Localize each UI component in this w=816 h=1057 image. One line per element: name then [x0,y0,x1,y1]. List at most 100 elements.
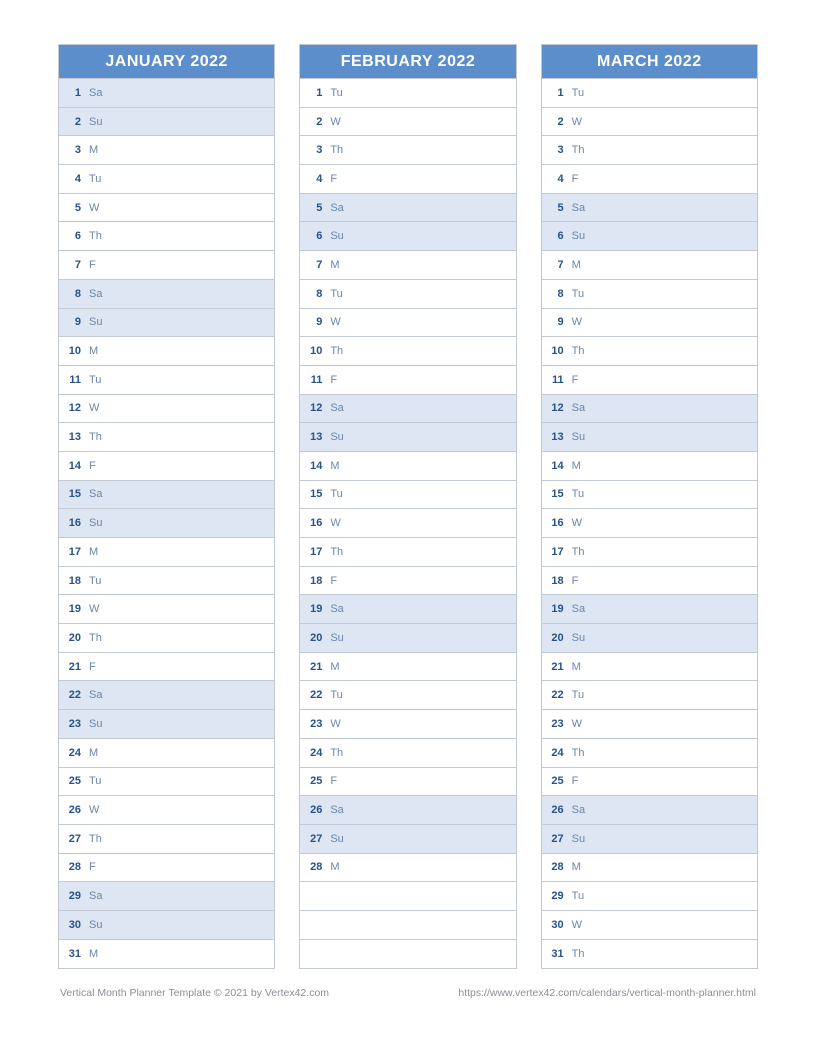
day-row: 25F [300,768,515,797]
month-column: FEBRUARY 20221Tu2W3Th4F5Sa6Su7M8Tu9W10Th… [299,44,516,969]
day-row: 5Sa [542,194,757,223]
day-row: 28M [542,854,757,883]
day-name: Su [85,517,102,529]
day-row: 8Sa [59,280,274,309]
day-number: 2 [300,116,326,128]
day-row: 5W [59,194,274,223]
day-number: 9 [59,316,85,328]
day-number: 19 [59,603,85,615]
day-name: W [568,517,582,529]
day-name: Th [326,747,343,759]
day-row: 14F [59,452,274,481]
day-row: 2W [300,108,515,137]
day-name: Th [326,345,343,357]
day-row: 6Th [59,222,274,251]
day-row: 9W [542,309,757,338]
day-name: Th [568,747,585,759]
day-number: 8 [542,288,568,300]
day-number: 29 [59,890,85,902]
day-name: Sa [568,402,585,414]
day-name: Tu [568,488,584,500]
day-number: 25 [300,775,326,787]
day-number: 26 [300,804,326,816]
day-number: 23 [300,718,326,730]
day-name: W [568,316,582,328]
day-row: 3Th [542,136,757,165]
day-row: 1Sa [59,79,274,108]
day-name: M [568,661,581,673]
day-row: 20Th [59,624,274,653]
day-row: 2Su [59,108,274,137]
day-number: 20 [59,632,85,644]
day-number: 14 [542,460,568,472]
day-number: 5 [59,202,85,214]
day-row: 27Th [59,825,274,854]
day-row: 26W [59,796,274,825]
day-row [300,911,515,940]
day-number: 5 [300,202,326,214]
day-number: 23 [59,718,85,730]
day-row: 10Th [542,337,757,366]
day-row: 4Tu [59,165,274,194]
day-row: 25F [542,768,757,797]
day-number: 5 [542,202,568,214]
day-name: Su [568,632,585,644]
day-name: F [326,173,337,185]
day-row: 10Th [300,337,515,366]
day-row: 24Th [542,739,757,768]
day-name: Th [85,431,102,443]
day-row: 4F [300,165,515,194]
day-row: 1Tu [542,79,757,108]
day-number: 9 [542,316,568,328]
day-name: Th [85,230,102,242]
day-name: Su [85,718,102,730]
day-number: 3 [59,144,85,156]
day-name: Su [326,431,343,443]
day-row: 23W [300,710,515,739]
day-number: 11 [300,374,326,386]
day-row: 12Sa [300,395,515,424]
day-name: Sa [85,890,102,902]
day-name: F [326,775,337,787]
day-row: 8Tu [542,280,757,309]
day-name: F [85,460,96,472]
day-row: 22Tu [542,681,757,710]
day-number: 4 [300,173,326,185]
day-name: M [326,861,339,873]
day-name: F [568,173,579,185]
month-columns: JANUARY 20221Sa2Su3M4Tu5W6Th7F8Sa9Su10M1… [58,44,758,969]
day-row: 18F [542,567,757,596]
footer-url: https://www.vertex42.com/calendars/verti… [458,987,756,999]
day-name: Th [568,144,585,156]
day-number: 25 [542,775,568,787]
planner-page: JANUARY 20221Sa2Su3M4Tu5W6Th7F8Sa9Su10M1… [0,0,816,1019]
day-row: 26Sa [542,796,757,825]
day-name: M [326,460,339,472]
day-name: Su [568,833,585,845]
day-row: 11F [300,366,515,395]
day-name: M [85,948,98,960]
day-row: 20Su [300,624,515,653]
day-number: 13 [542,431,568,443]
day-name: Th [326,144,343,156]
day-row: 30W [542,911,757,940]
day-number: 24 [542,747,568,759]
day-row: 9W [300,309,515,338]
day-name: Sa [85,488,102,500]
day-name: Tu [326,488,342,500]
day-row: 21M [300,653,515,682]
day-number: 18 [59,575,85,587]
day-number: 22 [59,689,85,701]
day-row: 25Tu [59,768,274,797]
day-number: 18 [300,575,326,587]
day-name: F [326,374,337,386]
day-row: 7M [542,251,757,280]
day-number: 13 [59,431,85,443]
day-number: 25 [59,775,85,787]
day-name: F [85,661,96,673]
day-name: Tu [568,288,584,300]
day-row: 31Th [542,940,757,969]
day-row: 19W [59,595,274,624]
day-name: Tu [85,575,101,587]
day-name: W [85,402,99,414]
